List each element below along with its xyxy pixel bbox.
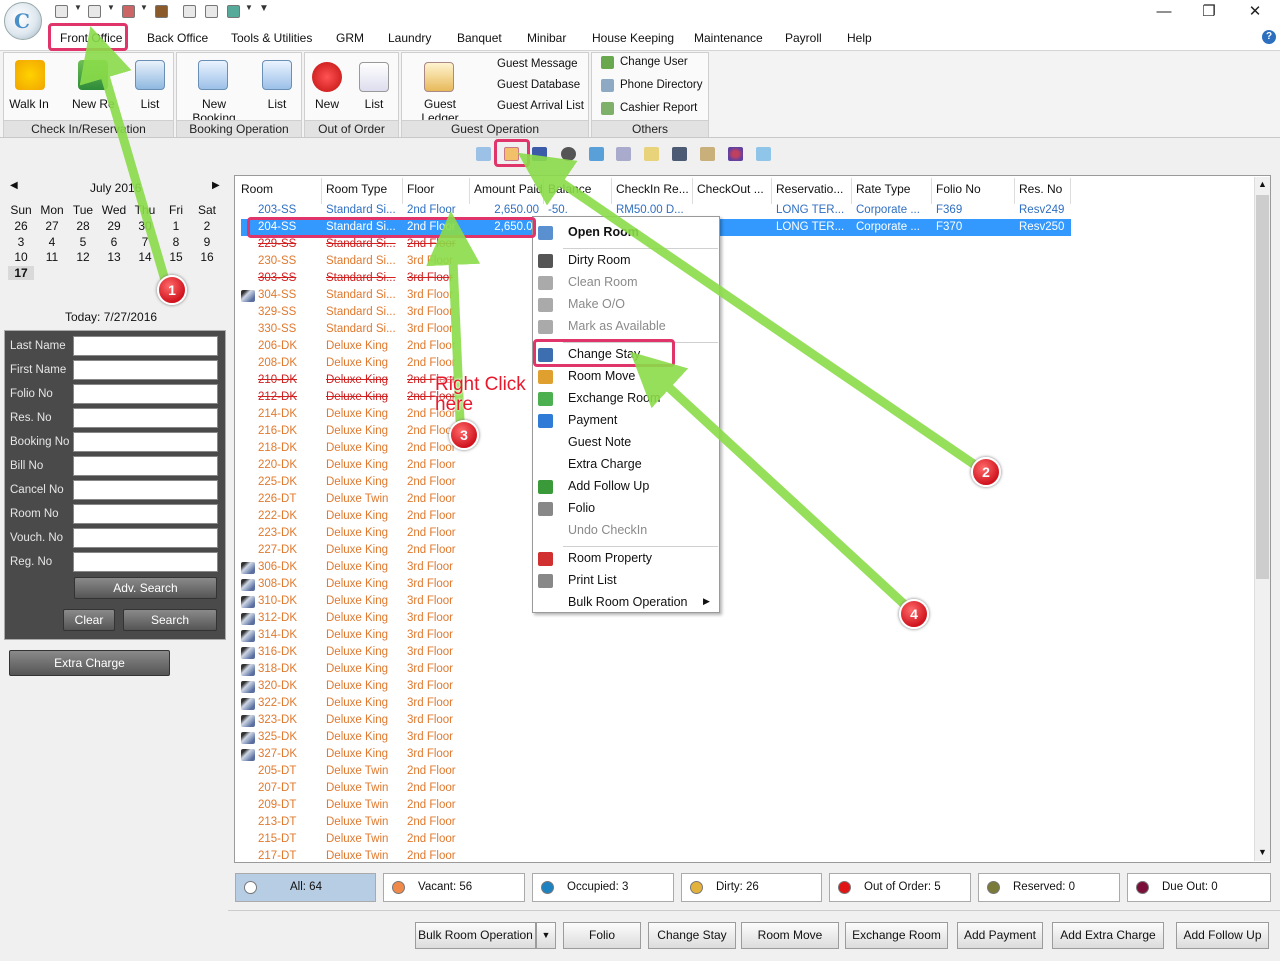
step-badge-1: 1 — [157, 275, 187, 305]
annotation-arrows — [79, 26, 980, 610]
arrow-2 — [517, 152, 980, 470]
arrow-4 — [630, 351, 910, 610]
step-badge-3: 3 — [449, 420, 479, 450]
right-click-annotation: Right Click here — [435, 374, 526, 415]
arrow-1 — [79, 26, 170, 285]
app-logo-icon[interactable]: C — [4, 2, 42, 40]
step-badge-4: 4 — [899, 599, 929, 629]
step-badge-2: 2 — [971, 457, 1001, 487]
